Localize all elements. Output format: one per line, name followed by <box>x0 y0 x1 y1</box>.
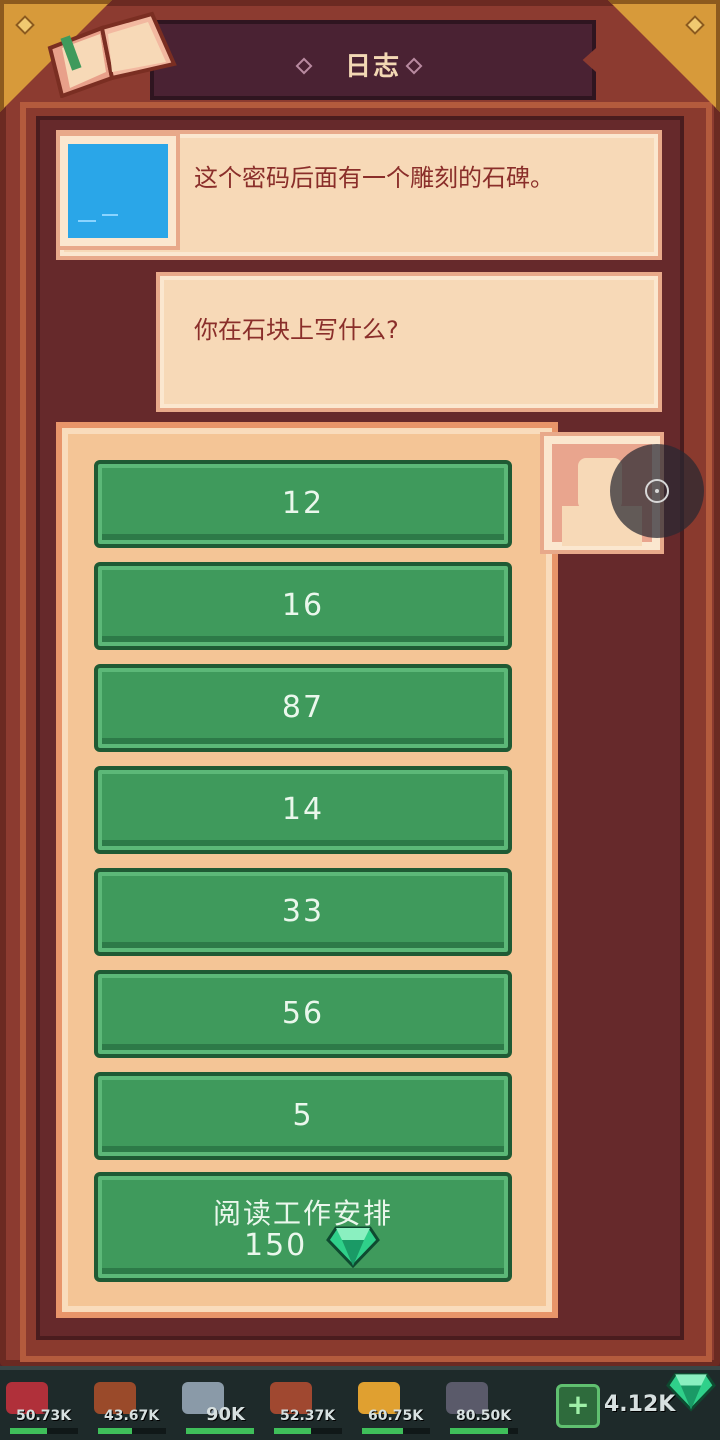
resource-meat[interactable]: 50.73K <box>2 1378 86 1434</box>
cursor-ring <box>645 479 669 503</box>
choice-label: 5 <box>292 1098 314 1133</box>
wave-line <box>78 220 96 222</box>
resource-meter-fill <box>450 1428 508 1434</box>
resource-value: 90K <box>206 1404 245 1425</box>
choice-button-87[interactable]: 87 <box>94 664 512 752</box>
resource-meter-fill <box>274 1428 312 1434</box>
choice-label: 12 <box>281 486 325 521</box>
question-text: 你在石块上写什么? <box>194 316 399 344</box>
corner-stud <box>15 15 35 35</box>
gem-total: 4.12K <box>604 1392 676 1417</box>
journal-book-icon <box>47 11 177 98</box>
resource-ore[interactable]: 80.50K <box>442 1378 526 1434</box>
choice-button-12[interactable]: 12 <box>94 460 512 548</box>
choice-label: 14 <box>281 792 325 827</box>
resource-gold[interactable]: 60.75K <box>354 1378 438 1434</box>
choice-label: 87 <box>281 690 325 725</box>
resource-meter-fill <box>98 1428 132 1434</box>
read-schedule-label: 阅读工作安排 <box>212 1197 393 1230</box>
gem-cost: 150 <box>244 1228 308 1263</box>
resource-meter <box>10 1428 78 1434</box>
read-schedule-button[interactable]: 阅读工作安排 150 <box>94 1172 512 1282</box>
buy-gems-button[interactable]: + <box>556 1384 600 1428</box>
resource-value: 50.73K <box>16 1408 72 1424</box>
resource-wood[interactable]: 43.67K <box>90 1378 174 1434</box>
page-title: 日志 <box>344 52 401 82</box>
resource-value: 60.75K <box>368 1408 424 1424</box>
wave-line <box>102 214 118 216</box>
choice-button-56[interactable]: 56 <box>94 970 512 1058</box>
choice-button-33[interactable]: 33 <box>94 868 512 956</box>
choice-button-14[interactable]: 14 <box>94 766 512 854</box>
resource-meter <box>98 1428 166 1434</box>
resource-meter <box>186 1428 254 1434</box>
choice-button-16[interactable]: 16 <box>94 562 512 650</box>
emerald-gem-icon <box>326 1226 380 1268</box>
resource-meter-fill <box>186 1428 254 1434</box>
emerald-gem-icon <box>666 1373 716 1412</box>
resource-meter <box>274 1428 342 1434</box>
narration-text: 这个密码后面有一个雕刻的石碑。 <box>194 164 554 192</box>
choice-label: 33 <box>281 894 325 929</box>
question-card: 你在石块上写什么? <box>156 272 662 412</box>
touch-cursor-icon <box>610 444 704 538</box>
resource-stone[interactable]: 90K <box>178 1378 262 1434</box>
resource-meter-fill <box>10 1428 48 1434</box>
resource-bar: 50.73K 43.67K 90K 52.37K 60.75K 80.50K +… <box>0 1366 720 1440</box>
resource-value: 52.37K <box>280 1408 336 1424</box>
corner-stud <box>685 15 705 35</box>
choice-label: 56 <box>281 996 325 1031</box>
water-scene-icon <box>56 132 180 250</box>
resource-meter-fill <box>362 1428 403 1434</box>
resource-meter <box>450 1428 518 1434</box>
resource-value: 80.50K <box>456 1408 512 1424</box>
resource-value: 43.67K <box>104 1408 160 1424</box>
choice-label: 16 <box>281 588 325 623</box>
choice-button-5[interactable]: 5 <box>94 1072 512 1160</box>
resource-leather[interactable]: 52.37K <box>266 1378 350 1434</box>
water-scene-fill <box>68 144 168 238</box>
title-banner: 日志 <box>150 20 596 100</box>
resource-meter <box>362 1428 430 1434</box>
